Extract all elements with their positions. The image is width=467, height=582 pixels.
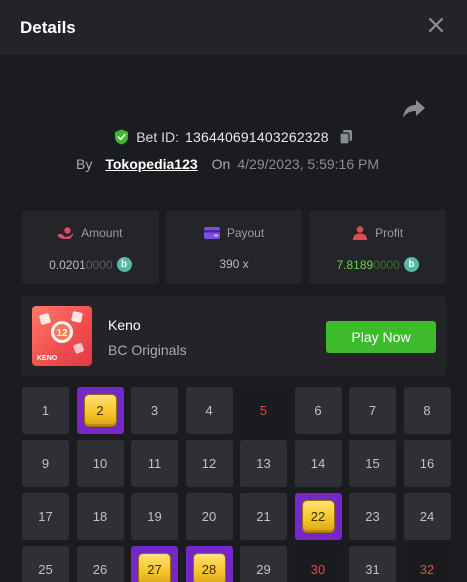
keno-cell-9[interactable]: 9 [22, 440, 69, 487]
keno-cell-19[interactable]: 19 [131, 493, 178, 540]
game-provider: BC Originals [108, 342, 187, 358]
keno-cell-2[interactable]: 2 [76, 387, 124, 434]
payout-value: 390 x [219, 257, 249, 271]
keno-cell-18[interactable]: 18 [76, 493, 124, 540]
keno-cell-11[interactable]: 11 [131, 440, 178, 487]
keno-cell-24[interactable]: 24 [403, 493, 451, 540]
keno-cell-14[interactable]: 14 [294, 440, 342, 487]
keno-cell-22[interactable]: 22 [294, 493, 342, 540]
profit-value: 7.8189 [336, 257, 374, 272]
play-now-button[interactable]: Play Now [326, 321, 436, 353]
wallet-card-icon [203, 227, 220, 239]
profit-stat: Profit 7.8189 0000 b [309, 210, 447, 284]
gem-icon: 22 [302, 501, 334, 532]
game-name[interactable]: Keno [108, 317, 141, 333]
keno-cell-25[interactable]: 25 [22, 546, 69, 582]
profit-person-icon [353, 226, 368, 240]
modal-title: Details [20, 17, 76, 37]
verified-shield-icon [115, 129, 129, 145]
keno-cell-4[interactable]: 4 [185, 387, 233, 434]
keno-cell-8[interactable]: 8 [403, 387, 451, 434]
share-icon[interactable] [402, 98, 426, 120]
copy-icon[interactable] [339, 129, 353, 145]
on-label: On [211, 156, 231, 172]
keno-cell-1[interactable]: 1 [22, 387, 69, 434]
keno-thumbnail[interactable]: 12 KENO [32, 306, 92, 366]
keno-cell-28[interactable]: 28 [185, 546, 233, 582]
keno-cell-5[interactable]: 5 [240, 387, 287, 434]
keno-cell-20[interactable]: 20 [185, 493, 233, 540]
keno-cell-16[interactable]: 16 [403, 440, 451, 487]
gem-icon: 27 [139, 554, 170, 582]
keno-cell-17[interactable]: 17 [22, 493, 69, 540]
keno-cell-21[interactable]: 21 [240, 493, 287, 540]
modal-header: Details [0, 0, 467, 55]
keno-number-grid: 1 2 3 4 5 6 7 8 9 10 11 12 13 14 15 16 17 18 19 20 21 22 23 24 2… [22, 387, 451, 582]
gem-icon: 2 [84, 395, 116, 426]
keno-cell-27[interactable]: 27 [131, 546, 178, 582]
keno-cell-3[interactable]: 3 [131, 387, 178, 434]
coin-icon: b [403, 257, 419, 272]
payout-stat: Payout 390 x [165, 210, 303, 284]
bet-datetime: 4/29/2023, 5:59:16 PM [237, 156, 380, 172]
stats-row: Amount 0.0201 0000 b Payout 390 x Profit… [22, 210, 447, 284]
amount-hand-icon [58, 226, 74, 239]
keno-logo-icon: 12 KENO [37, 311, 84, 362]
keno-cell-32[interactable]: 32 [403, 546, 451, 582]
bet-author-row: By Tokopedia123 On 4/29/2023, 5:59:16 PM [76, 156, 379, 172]
amount-value-trailing: 0000 [85, 257, 113, 272]
by-label: By [76, 156, 93, 172]
keno-ball-text: 12 [56, 328, 68, 339]
bet-id-label: Bet ID: [136, 129, 180, 145]
amount-value: 0.0201 [49, 257, 86, 272]
keno-thumb-text: KENO [37, 355, 58, 362]
keno-cell-13[interactable]: 13 [240, 440, 287, 487]
keno-cell-26[interactable]: 26 [76, 546, 124, 582]
bet-id-row: Bet ID: 136440691403262328 [0, 129, 467, 145]
profit-value-trailing: 0000 [373, 257, 400, 272]
bet-id-value: 136440691403262328 [185, 129, 329, 145]
payout-label: Payout [226, 226, 265, 240]
keno-cell-30[interactable]: 30 [294, 546, 342, 582]
keno-cell-12[interactable]: 12 [185, 440, 233, 487]
keno-cell-31[interactable]: 31 [349, 546, 396, 582]
amount-label: Amount [81, 226, 123, 240]
profit-label: Profit [375, 226, 404, 240]
keno-cell-23[interactable]: 23 [349, 493, 396, 540]
keno-cell-10[interactable]: 10 [76, 440, 124, 487]
keno-cell-29[interactable]: 29 [240, 546, 287, 582]
username-link[interactable]: Tokopedia123 [105, 156, 197, 172]
amount-stat: Amount 0.0201 0000 b [22, 210, 159, 284]
keno-cell-6[interactable]: 6 [294, 387, 342, 434]
close-icon[interactable] [427, 16, 445, 34]
keno-cell-7[interactable]: 7 [349, 387, 396, 434]
coin-icon: b [116, 257, 132, 272]
gem-icon: 28 [193, 554, 225, 582]
game-card: 12 KENO Keno BC Originals Play Now [22, 296, 446, 376]
bet-details-modal: Details Bet ID: 136440691403262328 By To… [0, 0, 467, 582]
keno-cell-15[interactable]: 15 [349, 440, 396, 487]
